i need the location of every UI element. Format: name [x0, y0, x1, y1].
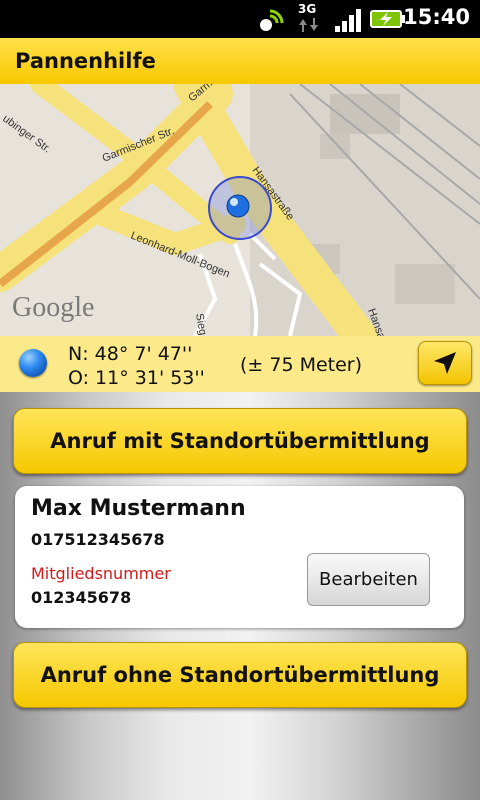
location-dot-icon — [19, 349, 47, 377]
member-name: Max Mustermann — [31, 496, 246, 521]
latitude: N: 48° 7' 47'' — [68, 343, 193, 365]
page-title: Pannenhilfe — [15, 49, 156, 73]
map-view[interactable]: ubinger Str. Garmischer Str. Garmi Hansa… — [0, 84, 480, 336]
clock: 15:40 — [403, 5, 470, 29]
status-bar: 3G 15:40 — [0, 0, 480, 38]
sync-icon — [258, 7, 286, 37]
header: Pannenhilfe — [0, 38, 480, 85]
network-type-label: 3G — [298, 2, 317, 16]
accuracy-text: (± 75 Meter) — [240, 354, 363, 376]
battery-charging-icon — [370, 9, 406, 33]
locate-button[interactable] — [418, 341, 472, 385]
call-with-location-button[interactable]: Anruf mit Standortübermittlung — [13, 408, 467, 474]
data-arrows-icon — [298, 17, 320, 37]
navigation-arrow-icon — [434, 352, 456, 374]
signal-icon — [334, 8, 364, 36]
longitude: O: 11° 31' 53'' — [68, 367, 205, 389]
street-label-ubinger: ubinger Str. — [0, 113, 53, 156]
member-card: Max Mustermann 017512345678 Mitgliedsnum… — [15, 486, 464, 628]
member-number: 012345678 — [31, 588, 132, 607]
call-without-location-button[interactable]: Anruf ohne Standortübermittlung — [13, 642, 467, 708]
google-logo: Google — [12, 292, 94, 323]
edit-button[interactable]: Bearbeiten — [307, 553, 430, 606]
member-phone: 017512345678 — [31, 530, 165, 549]
member-number-label: Mitgliedsnummer — [31, 564, 171, 583]
